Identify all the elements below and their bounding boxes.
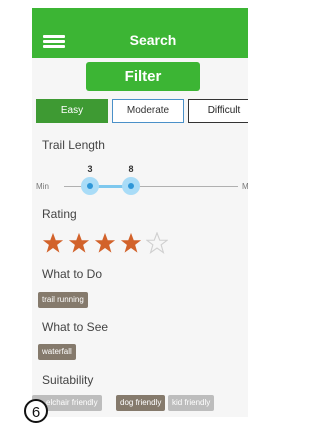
difficulty-moderate-button[interactable]: Moderate (112, 99, 184, 123)
star-filled-icon[interactable] (94, 232, 116, 254)
hamburger-menu-icon[interactable] (43, 35, 65, 48)
tag-kid-friendly[interactable]: kid friendly (168, 395, 215, 411)
star-filled-icon[interactable] (120, 232, 142, 254)
trail-length-label: Trail Length (42, 138, 105, 152)
page-title: Search (129, 32, 177, 48)
slider-high-thumb[interactable] (122, 177, 140, 195)
difficulty-easy-button[interactable]: Easy (36, 99, 108, 123)
what-to-see-label: What to See (42, 320, 109, 334)
filter-button[interactable]: Filter (86, 62, 200, 91)
search-screen: Search Filter Easy Moderate Difficult Tr… (32, 8, 248, 417)
tag-dog-friendly[interactable]: dog friendly (116, 395, 166, 411)
tag-trail-running[interactable]: trail running (38, 292, 88, 308)
step-number-badge: 6 (24, 399, 48, 423)
suitability-label: Suitability (42, 373, 94, 387)
app-bar: Search (32, 8, 248, 58)
slider-low-value: 3 (87, 164, 93, 174)
star-filled-icon[interactable] (68, 232, 90, 254)
slider-low-thumb[interactable] (81, 177, 99, 195)
star-empty-icon[interactable] (146, 232, 168, 254)
slider-max-label: M (242, 182, 248, 191)
rating-label: Rating (42, 207, 77, 221)
what-to-do-label: What to Do (42, 267, 103, 281)
star-filled-icon[interactable] (42, 232, 64, 254)
slider-min-label: Min (36, 182, 49, 191)
slider-high-value: 8 (128, 164, 134, 174)
difficulty-difficult-button[interactable]: Difficult (188, 99, 248, 123)
tag-waterfall[interactable]: waterfall (38, 344, 76, 360)
